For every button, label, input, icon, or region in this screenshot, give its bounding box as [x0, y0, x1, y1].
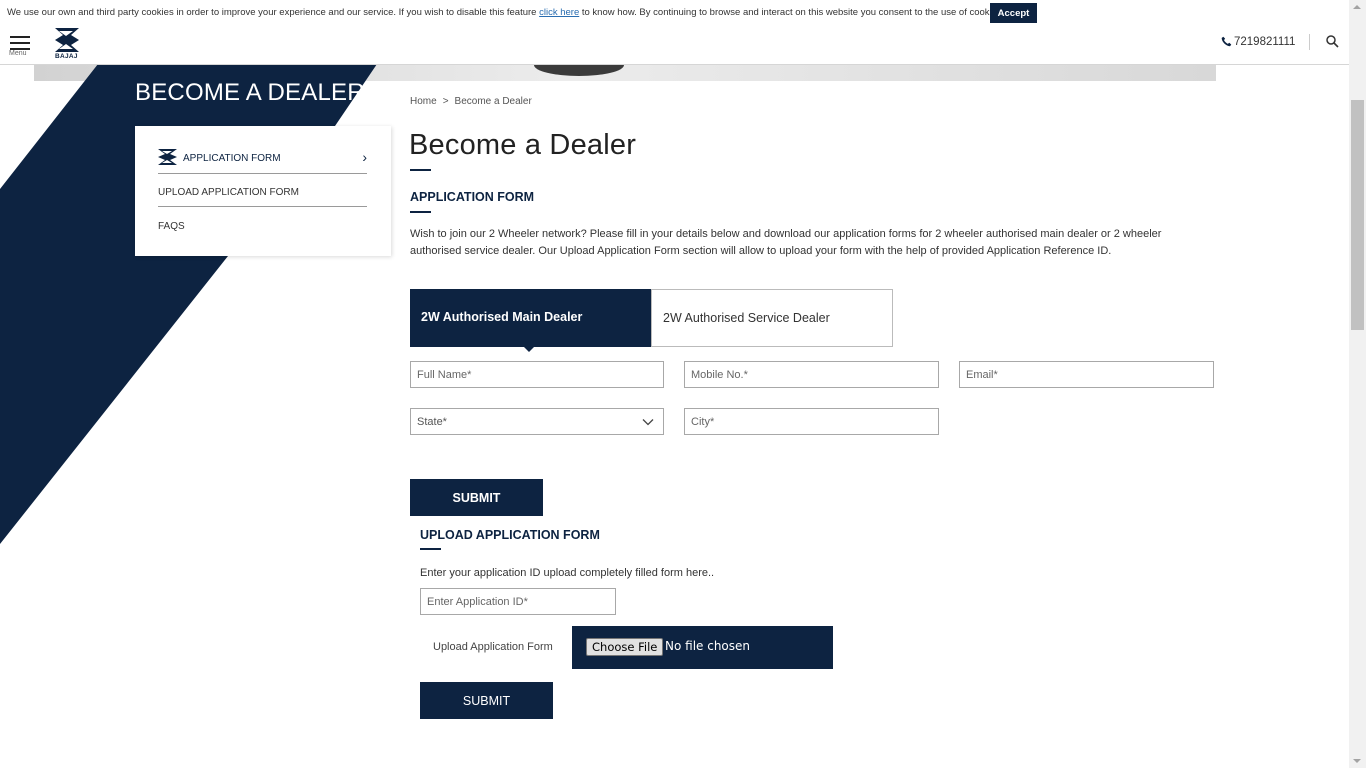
bajaj-logo-icon	[158, 149, 177, 165]
upload-submit-button[interactable]: SUBMIT	[420, 682, 553, 719]
tab-label: 2W Authorised Main Dealer	[421, 310, 583, 324]
upload-description: Enter your application ID upload complet…	[420, 567, 715, 579]
menu-label: Menu	[9, 50, 27, 57]
upload-section-heading: UPLOAD APPLICATION FORM	[420, 528, 600, 542]
bajaj-logo[interactable]: BAJAJ	[54, 27, 80, 61]
tab-main-dealer[interactable]: 2W Authorised Main Dealer	[410, 289, 651, 352]
sidebar-item-application-form[interactable]: APPLICATION FORM ›	[158, 149, 367, 174]
search-icon[interactable]	[1326, 35, 1339, 48]
tab-service-dealer[interactable]: 2W Authorised Service Dealer	[651, 289, 893, 347]
full-name-field[interactable]	[410, 361, 664, 388]
email-field[interactable]	[959, 361, 1214, 388]
phone-number[interactable]: 7219821111	[1221, 36, 1295, 48]
form-description: Wish to join our 2 Wheeler network? Plea…	[410, 228, 1162, 257]
submit-button[interactable]: SUBMIT	[410, 479, 543, 516]
breadcrumb-current: Become a Dealer	[454, 96, 532, 107]
state-select-value: State*	[417, 416, 447, 428]
header-divider	[1309, 34, 1310, 50]
choose-file-button[interactable]: Choose File	[586, 638, 664, 656]
chevron-right-icon: ›	[362, 149, 367, 165]
bajaj-logo-icon	[55, 28, 79, 52]
application-id-field[interactable]	[420, 588, 616, 615]
mobile-field[interactable]	[684, 361, 939, 388]
cookie-text: We use our own and third party cookies i…	[7, 7, 1005, 18]
section-heading: APPLICATION FORM	[410, 190, 535, 204]
city-field[interactable]	[684, 408, 939, 435]
accept-cookies-button[interactable]: Accept	[990, 3, 1037, 23]
upload-form-label: Upload Application Form	[433, 641, 553, 653]
sidebar-item-label: APPLICATION FORM	[183, 153, 281, 164]
logo-wordmark: BAJAJ	[55, 53, 78, 60]
scroll-down-arrow-icon[interactable]	[1353, 759, 1361, 763]
section-underline	[410, 211, 431, 213]
scroll-up-arrow-icon[interactable]	[1353, 5, 1361, 9]
state-select[interactable]: State*	[410, 408, 664, 435]
upload-heading-underline	[420, 548, 441, 550]
phone-icon	[1221, 36, 1232, 47]
breadcrumb: Home > Become a Dealer	[410, 96, 538, 107]
phone-text: 7219821111	[1234, 36, 1296, 48]
tab-label: 2W Authorised Service Dealer	[663, 311, 830, 325]
menu-button[interactable]: Menu	[8, 36, 32, 60]
sidebar-nav: APPLICATION FORM › UPLOAD APPLICATION FO…	[135, 126, 391, 256]
file-upload-field: Choose File No file chosen	[572, 626, 833, 669]
title-underline	[410, 169, 431, 171]
sidebar-item-label: UPLOAD APPLICATION FORM	[158, 187, 299, 198]
site-header: Menu BAJAJ 7219821111	[0, 26, 1349, 65]
breadcrumb-home-link[interactable]: Home	[410, 96, 437, 107]
cookie-banner: We use our own and third party cookies i…	[0, 0, 1349, 26]
sidebar-item-label: FAQS	[158, 221, 185, 232]
page-title: Become a Dealer	[409, 129, 637, 161]
hamburger-icon	[10, 36, 30, 38]
breadcrumb-separator: >	[442, 96, 449, 107]
sidebar-banner-title: BECOME A DEALER	[135, 79, 365, 106]
hamburger-icon-bar	[10, 42, 30, 44]
file-status-text: No file chosen	[665, 639, 751, 653]
cookie-click-here-link[interactable]: click here	[539, 7, 579, 18]
chevron-down-icon	[642, 419, 654, 426]
dealer-type-tabs: 2W Authorised Main Dealer 2W Authorised …	[410, 289, 893, 352]
page-scrollbar[interactable]	[1349, 0, 1366, 768]
sidebar-item-upload-application-form[interactable]: UPLOAD APPLICATION FORM	[158, 184, 367, 207]
sidebar-item-faqs[interactable]: FAQS	[158, 218, 367, 238]
scrollbar-thumb[interactable]	[1351, 100, 1364, 330]
